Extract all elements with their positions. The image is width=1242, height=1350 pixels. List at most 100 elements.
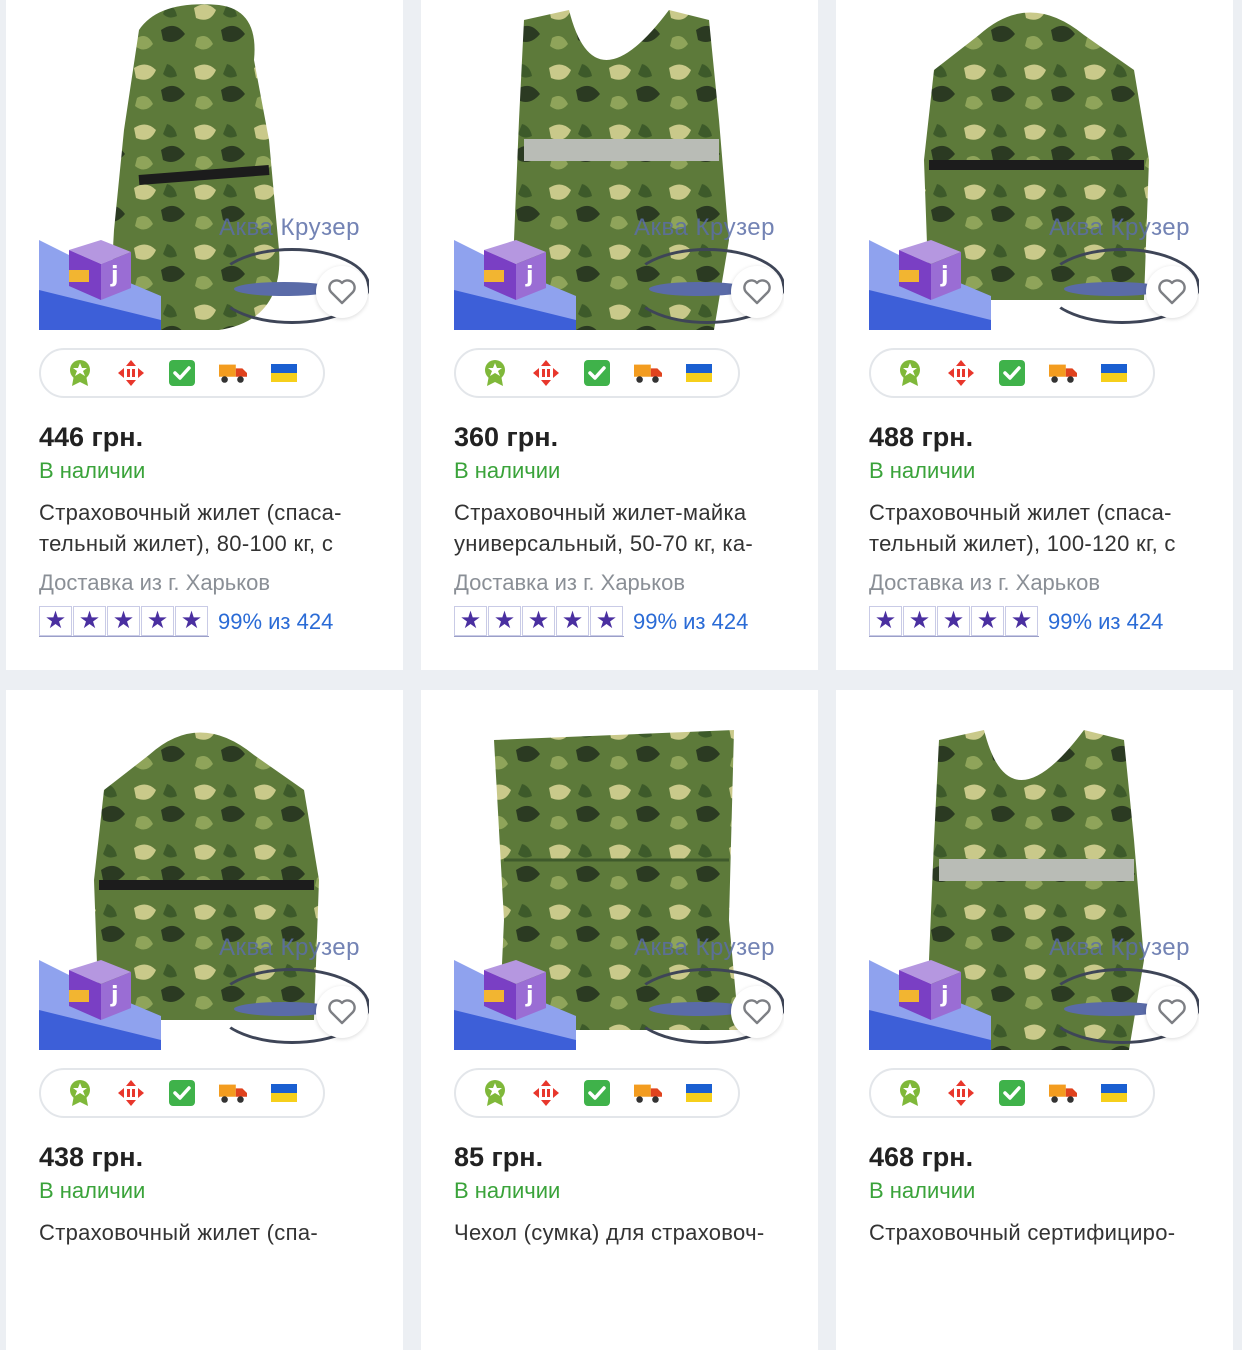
star-icon: ★	[971, 606, 1004, 636]
delivery-info: Доставка из г. Харьков	[39, 570, 271, 595]
ukraine-flag-icon	[270, 359, 298, 387]
star-icon: ★	[73, 606, 106, 636]
award-icon	[66, 1079, 94, 1107]
product-title[interactable]: Страховочный жилет (спаса- тельный жилет…	[869, 497, 1199, 559]
rating-link[interactable]: 99% из 424	[633, 609, 748, 635]
svg-text:j: j	[940, 983, 949, 1008]
award-icon	[481, 359, 509, 387]
product-price: 446 грн.	[39, 422, 144, 452]
check-icon	[998, 1079, 1026, 1107]
product-card[interactable]: Аква Крузер j	[6, 690, 403, 1350]
check-icon	[583, 359, 611, 387]
svg-text:j: j	[110, 263, 119, 288]
star-icon: ★	[556, 606, 589, 636]
favorite-button[interactable]	[316, 266, 368, 318]
truck-icon	[218, 359, 247, 387]
star-icon: ★	[454, 606, 487, 636]
star-icon: ★	[937, 606, 970, 636]
heart-icon	[743, 279, 771, 305]
star-icon: ★	[39, 606, 72, 636]
rating-link[interactable]: 99% из 424	[1048, 609, 1163, 635]
jumbo-cube-icon: j	[39, 240, 161, 330]
nova-poshta-icon	[117, 1079, 145, 1107]
award-icon	[896, 1079, 924, 1107]
product-card[interactable]: Аква Крузер j	[836, 690, 1233, 1350]
watermark-text: Аква Крузер	[1049, 934, 1190, 961]
product-card[interactable]: Аква Крузер j	[836, 0, 1233, 670]
product-image[interactable]: Аква Крузер j	[869, 720, 1199, 1050]
heart-icon	[743, 999, 771, 1025]
product-title[interactable]: Страховочный сертифициро-	[869, 1217, 1199, 1248]
star-icon: ★	[869, 606, 902, 636]
badges-row	[454, 348, 740, 398]
nova-poshta-icon	[532, 1079, 560, 1107]
product-image[interactable]: Аква Крузер j	[869, 0, 1199, 330]
rating[interactable]: ★ ★ ★ ★ ★ 99% из 424	[869, 606, 1163, 637]
jumbo-cube-icon: j	[454, 960, 576, 1050]
product-price: 85 грн.	[454, 1142, 544, 1172]
star-icon: ★	[141, 606, 174, 636]
rating-stars: ★ ★ ★ ★ ★	[39, 606, 209, 637]
product-price: 438 грн.	[39, 1142, 144, 1172]
jumbo-cube-icon: j	[869, 240, 991, 330]
nova-poshta-icon	[947, 359, 975, 387]
nova-poshta-icon	[117, 359, 145, 387]
favorite-button[interactable]	[731, 986, 783, 1038]
check-icon	[168, 359, 196, 387]
favorite-button[interactable]	[316, 986, 368, 1038]
rating-link[interactable]: 99% из 424	[218, 609, 333, 635]
rating-stars: ★ ★ ★ ★ ★	[869, 606, 1039, 637]
truck-icon	[1048, 1079, 1077, 1107]
star-icon: ★	[488, 606, 521, 636]
availability-status: В наличии	[869, 458, 976, 483]
product-image[interactable]: Аква Крузер j	[39, 0, 369, 330]
product-image[interactable]: Аква Крузер j	[39, 720, 369, 1050]
product-title[interactable]: Страховочный жилет-майка универсальный, …	[454, 497, 784, 559]
product-image[interactable]: Аква Крузер j	[454, 720, 784, 1050]
product-price: 468 грн.	[869, 1142, 974, 1172]
nova-poshta-icon	[947, 1079, 975, 1107]
heart-icon	[1158, 279, 1186, 305]
product-card[interactable]: Аква Крузер j	[421, 0, 818, 670]
badges-row	[39, 348, 325, 398]
star-icon: ★	[107, 606, 140, 636]
truck-icon	[1048, 359, 1077, 387]
check-icon	[583, 1079, 611, 1107]
rating[interactable]: ★ ★ ★ ★ ★ 99% из 424	[39, 606, 333, 637]
product-image[interactable]: Аква Крузер j	[454, 0, 784, 330]
truck-icon	[633, 1079, 662, 1107]
rating[interactable]: ★ ★ ★ ★ ★ 99% из 424	[454, 606, 748, 637]
favorite-button[interactable]	[1146, 266, 1198, 318]
product-title[interactable]: Страховочный жилет (спаса- тельный жилет…	[39, 497, 369, 559]
jumbo-cube-icon: j	[869, 960, 991, 1050]
availability-status: В наличии	[454, 458, 561, 483]
truck-icon	[633, 359, 662, 387]
svg-text:j: j	[110, 983, 119, 1008]
ukraine-flag-icon	[1100, 1079, 1128, 1107]
heart-icon	[1158, 999, 1186, 1025]
product-card[interactable]: Аква Крузер j	[6, 0, 403, 670]
favorite-button[interactable]	[1146, 986, 1198, 1038]
watermark-text: Аква Крузер	[219, 214, 360, 241]
ukraine-flag-icon	[1100, 359, 1128, 387]
truck-icon	[218, 1079, 247, 1107]
badges-row	[869, 348, 1155, 398]
favorite-button[interactable]	[731, 266, 783, 318]
availability-status: В наличии	[39, 1178, 146, 1203]
product-title[interactable]: Чехол (сумка) для страховоч-	[454, 1217, 784, 1248]
ukraine-flag-icon	[685, 1079, 713, 1107]
product-title[interactable]: Страховочный жилет (спа-	[39, 1217, 369, 1248]
check-icon	[168, 1079, 196, 1107]
availability-status: В наличии	[869, 1178, 976, 1203]
star-icon: ★	[903, 606, 936, 636]
heart-icon	[328, 279, 356, 305]
product-card[interactable]: Аква Крузер j	[421, 690, 818, 1350]
award-icon	[896, 359, 924, 387]
availability-status: В наличии	[39, 458, 146, 483]
product-price: 360 грн.	[454, 422, 559, 452]
award-icon	[481, 1079, 509, 1107]
star-icon: ★	[590, 606, 623, 636]
check-icon	[998, 359, 1026, 387]
watermark-text: Аква Крузер	[634, 934, 775, 961]
jumbo-cube-icon: j	[454, 240, 576, 330]
